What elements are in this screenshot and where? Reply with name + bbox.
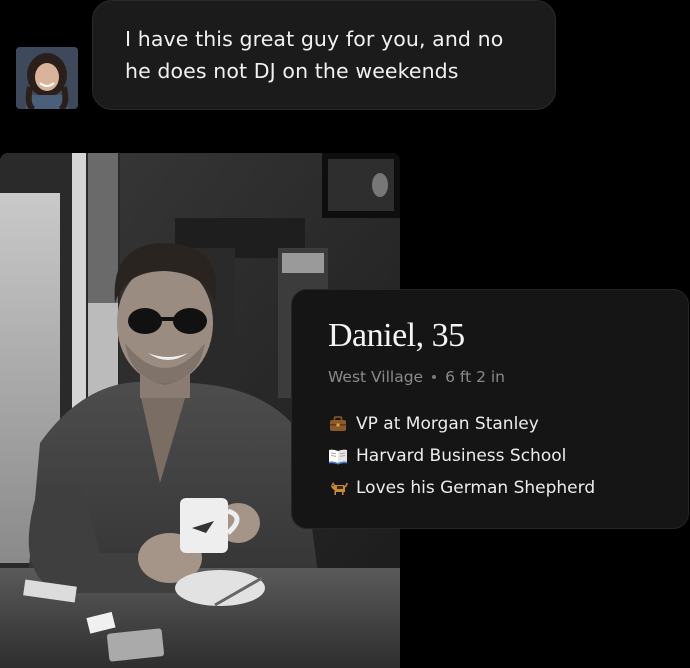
fact-label: Harvard Business School: [356, 446, 567, 466]
profile-facts: VP at Morgan Stanley Harvard Business Sc…: [328, 408, 652, 504]
briefcase-icon: [328, 414, 348, 434]
profile-card[interactable]: Daniel, 35 West Village 6 ft 2 in VP at …: [291, 289, 689, 529]
profile-location: West Village: [328, 368, 424, 386]
separator-dot: [432, 375, 437, 379]
profile-meta: West Village 6 ft 2 in: [328, 368, 652, 386]
fact-item: Harvard Business School: [328, 440, 652, 472]
dog-icon: [328, 478, 348, 498]
fact-label: VP at Morgan Stanley: [356, 414, 539, 434]
message-bubble: I have this great guy for you, and no he…: [92, 0, 556, 110]
fact-item: Loves his German Shepherd: [328, 472, 652, 504]
open-book-icon: [328, 446, 348, 466]
fact-item: VP at Morgan Stanley: [328, 408, 652, 440]
sender-avatar[interactable]: [16, 47, 78, 109]
profile-height: 6 ft 2 in: [445, 368, 505, 386]
message-text: I have this great guy for you, and no he…: [125, 27, 504, 83]
profile-name: Daniel, 35: [328, 317, 465, 354]
fact-label: Loves his German Shepherd: [356, 478, 596, 498]
